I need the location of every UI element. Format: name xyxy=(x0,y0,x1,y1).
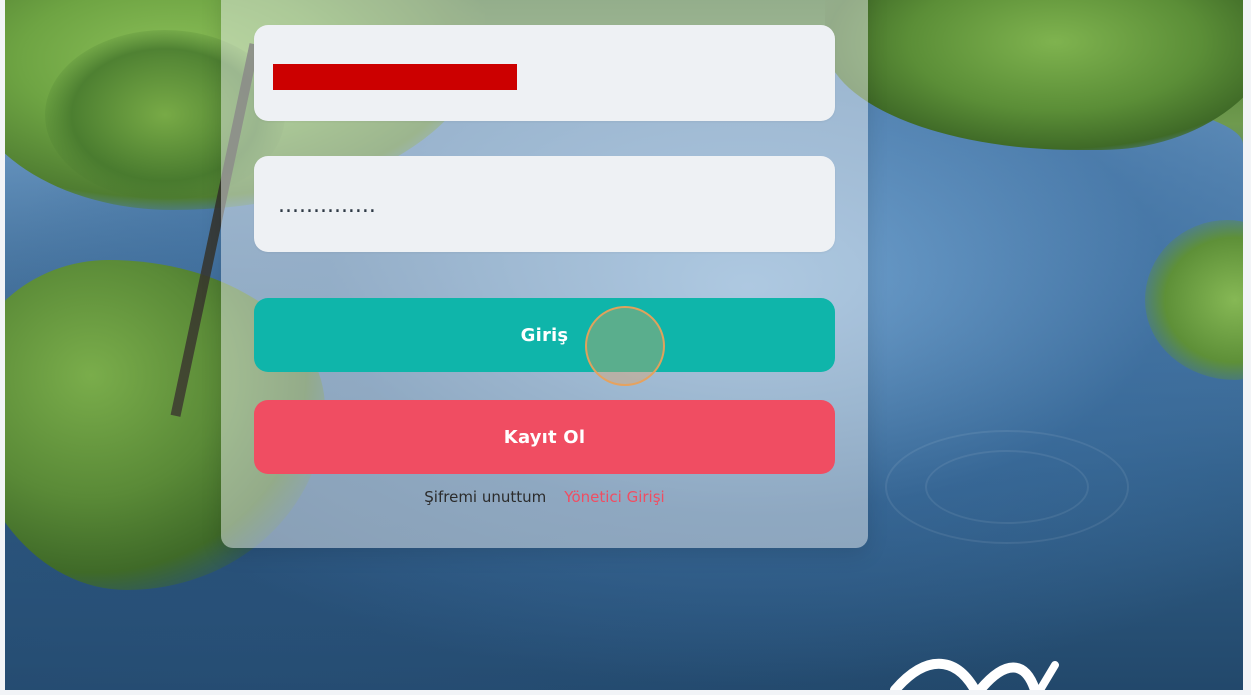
password-field[interactable] xyxy=(254,156,835,254)
water-ripple xyxy=(925,450,1089,524)
admin-login-link[interactable]: Yönetici Girişi xyxy=(564,488,664,514)
auth-links: Şifremi unuttum Yönetici Girişi xyxy=(254,488,835,514)
cursor-indicator xyxy=(585,306,665,386)
logo-script-mark xyxy=(890,658,1059,690)
password-input[interactable] xyxy=(276,156,815,254)
register-button-label: Kayıt Ol xyxy=(503,426,586,448)
forgot-password-link[interactable]: Şifremi unuttum xyxy=(424,488,546,514)
login-button[interactable]: Giriş xyxy=(254,298,835,372)
login-button-label: Giriş xyxy=(520,324,569,346)
redaction-bar xyxy=(273,64,517,90)
register-button[interactable]: Kayıt Ol xyxy=(254,400,835,474)
